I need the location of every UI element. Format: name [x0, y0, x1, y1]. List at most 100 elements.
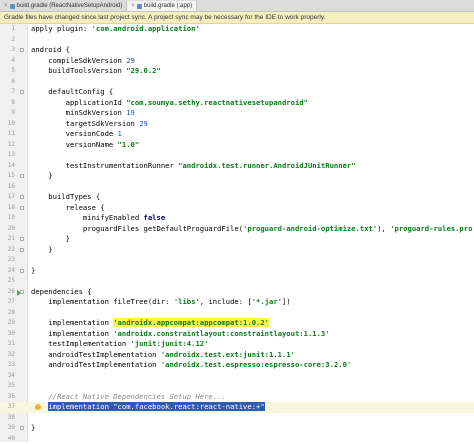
- code-token: 'androidx.appcompat:appcompat:1.0.2': [113, 318, 269, 327]
- code-token: 29: [126, 56, 135, 65]
- editor-tab-bar: ×build.gradle (ReactNativeSetupAndroid)×…: [0, 0, 474, 12]
- line-number: 14: [0, 161, 15, 172]
- line-number: 2: [0, 35, 15, 46]
- code-text: implementation fileTree(dir: 'libs', inc…: [31, 297, 291, 308]
- code-line[interactable]: 15 }: [0, 171, 474, 182]
- code-text: defaultConfig {: [31, 87, 113, 98]
- gradle-file-icon: [10, 4, 15, 9]
- code-token: release {: [31, 203, 105, 212]
- code-text: compileSdkVersion 29: [31, 56, 135, 67]
- code-line[interactable]: 5 buildToolsVersion "29.0.2": [0, 66, 474, 77]
- tab-build-gradle-1[interactable]: ×build.gradle (ReactNativeSetupAndroid): [0, 1, 127, 11]
- tab-build-gradle-2[interactable]: ×build.gradle (:app): [127, 1, 197, 11]
- fold-marker-icon[interactable]: [20, 195, 24, 199]
- gradle-sync-banner: Gradle files have changed since last pro…: [0, 12, 474, 24]
- fold-marker-icon[interactable]: [20, 206, 24, 210]
- code-line[interactable]: 28: [0, 308, 474, 319]
- code-line[interactable]: 27 implementation fileTree(dir: 'libs', …: [0, 297, 474, 308]
- code-line[interactable]: 32 androidTestImplementation 'androidx.t…: [0, 350, 474, 361]
- code-token: defaultConfig {: [31, 87, 113, 96]
- code-line[interactable]: 39}: [0, 423, 474, 434]
- line-number: 36: [0, 392, 15, 403]
- fold-marker-icon[interactable]: [20, 248, 24, 252]
- code-text: targetSdkVersion 29: [31, 119, 148, 130]
- code-text: minSdkVersion 19: [31, 108, 135, 119]
- code-line[interactable]: 4 compileSdkVersion 29: [0, 56, 474, 67]
- code-line[interactable]: 29 implementation 'androidx.appcompat:ap…: [0, 318, 474, 329]
- code-token: applicationId: [31, 98, 126, 107]
- code-token: }: [31, 423, 35, 432]
- code-line[interactable]: 33 androidTestImplementation 'androidx.t…: [0, 360, 474, 371]
- code-line[interactable]: 18 release {: [0, 203, 474, 214]
- code-line[interactable]: 31 testImplementation 'junit:junit:4.12': [0, 339, 474, 350]
- code-text: testImplementation 'junit:junit:4.12': [31, 339, 208, 350]
- code-line[interactable]: 1apply plugin: 'com.android.application': [0, 24, 474, 35]
- code-line[interactable]: 40: [0, 434, 474, 444]
- fold-marker-icon[interactable]: [20, 174, 24, 178]
- code-token: "com.soumya.sethy.reactnativesetupandroi…: [126, 98, 308, 107]
- code-line[interactable]: 19 minifyEnabled false: [0, 213, 474, 224]
- line-number: 11: [0, 129, 15, 140]
- code-text: versionName "1.0": [31, 140, 139, 151]
- close-icon[interactable]: ×: [4, 3, 8, 9]
- code-token: 'proguard-rules.pro': [390, 224, 474, 233]
- line-number: 4: [0, 56, 15, 67]
- code-line[interactable]: 23: [0, 255, 474, 266]
- code-line[interactable]: 13: [0, 150, 474, 161]
- code-line[interactable]: 36 //React Native Dependencies Setup Her…: [0, 392, 474, 403]
- code-line[interactable]: 34: [0, 371, 474, 382]
- code-text: release {: [31, 203, 105, 214]
- line-number: 6: [0, 77, 15, 88]
- code-editor[interactable]: 1apply plugin: 'com.android.application'…: [0, 24, 474, 442]
- code-line[interactable]: 6: [0, 77, 474, 88]
- line-number: 16: [0, 182, 15, 193]
- fold-marker-icon[interactable]: [20, 290, 24, 294]
- code-text: implementation 'androidx.constraintlayou…: [31, 329, 330, 340]
- code-line[interactable]: 9 minSdkVersion 19: [0, 108, 474, 119]
- intention-bulb-icon[interactable]: [35, 404, 41, 410]
- code-token: [31, 392, 48, 401]
- code-line[interactable]: 11 versionCode 1: [0, 129, 474, 140]
- fold-marker-icon[interactable]: [20, 48, 24, 52]
- code-token: 'libs': [174, 297, 200, 306]
- line-number: 23: [0, 255, 15, 266]
- code-token: }: [31, 234, 70, 243]
- code-text: androidTestImplementation 'androidx.test…: [31, 360, 351, 371]
- code-line[interactable]: 22 }: [0, 245, 474, 256]
- code-line[interactable]: 35: [0, 381, 474, 392]
- code-line[interactable]: 12 versionName "1.0": [0, 140, 474, 151]
- code-line[interactable]: 30 implementation 'androidx.constraintla…: [0, 329, 474, 340]
- code-token: 'androidx.test.ext:junit:1.1.1': [161, 350, 295, 359]
- code-line[interactable]: 10 targetSdkVersion 29: [0, 119, 474, 130]
- close-icon[interactable]: ×: [131, 3, 135, 9]
- code-line[interactable]: 26dependencies {: [0, 287, 474, 298]
- code-token: //React Native Dependencies Setup Here..…: [48, 392, 225, 401]
- code-line[interactable]: 17 buildTypes {: [0, 192, 474, 203]
- code-line[interactable]: 16: [0, 182, 474, 193]
- code-line[interactable]: 14 testInstrumentationRunner "androidx.t…: [0, 161, 474, 172]
- code-line[interactable]: 37 implementation "com.facebook.react:re…: [0, 402, 474, 413]
- code-line[interactable]: 2: [0, 35, 474, 46]
- code-line[interactable]: 20 proguardFiles getDefaultProguardFile(…: [0, 224, 474, 235]
- code-text: android {: [31, 45, 70, 56]
- code-line[interactable]: 21 }: [0, 234, 474, 245]
- code-line[interactable]: 25: [0, 276, 474, 287]
- code-token: implementation: [31, 318, 113, 327]
- code-line[interactable]: 8 applicationId "com.soumya.sethy.reactn…: [0, 98, 474, 109]
- fold-marker-icon[interactable]: [20, 237, 24, 241]
- line-number: 18: [0, 203, 15, 214]
- line-number: 1: [0, 24, 15, 35]
- code-text: }: [31, 234, 70, 245]
- code-line[interactable]: 7 defaultConfig {: [0, 87, 474, 98]
- code-token: 'com.android.application': [92, 24, 200, 33]
- fold-marker-icon[interactable]: [20, 90, 24, 94]
- line-number: 13: [0, 150, 15, 161]
- fold-marker-icon[interactable]: [20, 269, 24, 273]
- fold-marker-icon[interactable]: [20, 426, 24, 430]
- code-text: applicationId "com.soumya.sethy.reactnat…: [31, 98, 308, 109]
- code-text: minifyEnabled false: [31, 213, 165, 224]
- code-line[interactable]: 38: [0, 413, 474, 424]
- line-number: 10: [0, 119, 15, 130]
- code-line[interactable]: 24}: [0, 266, 474, 277]
- code-line[interactable]: 3android {: [0, 45, 474, 56]
